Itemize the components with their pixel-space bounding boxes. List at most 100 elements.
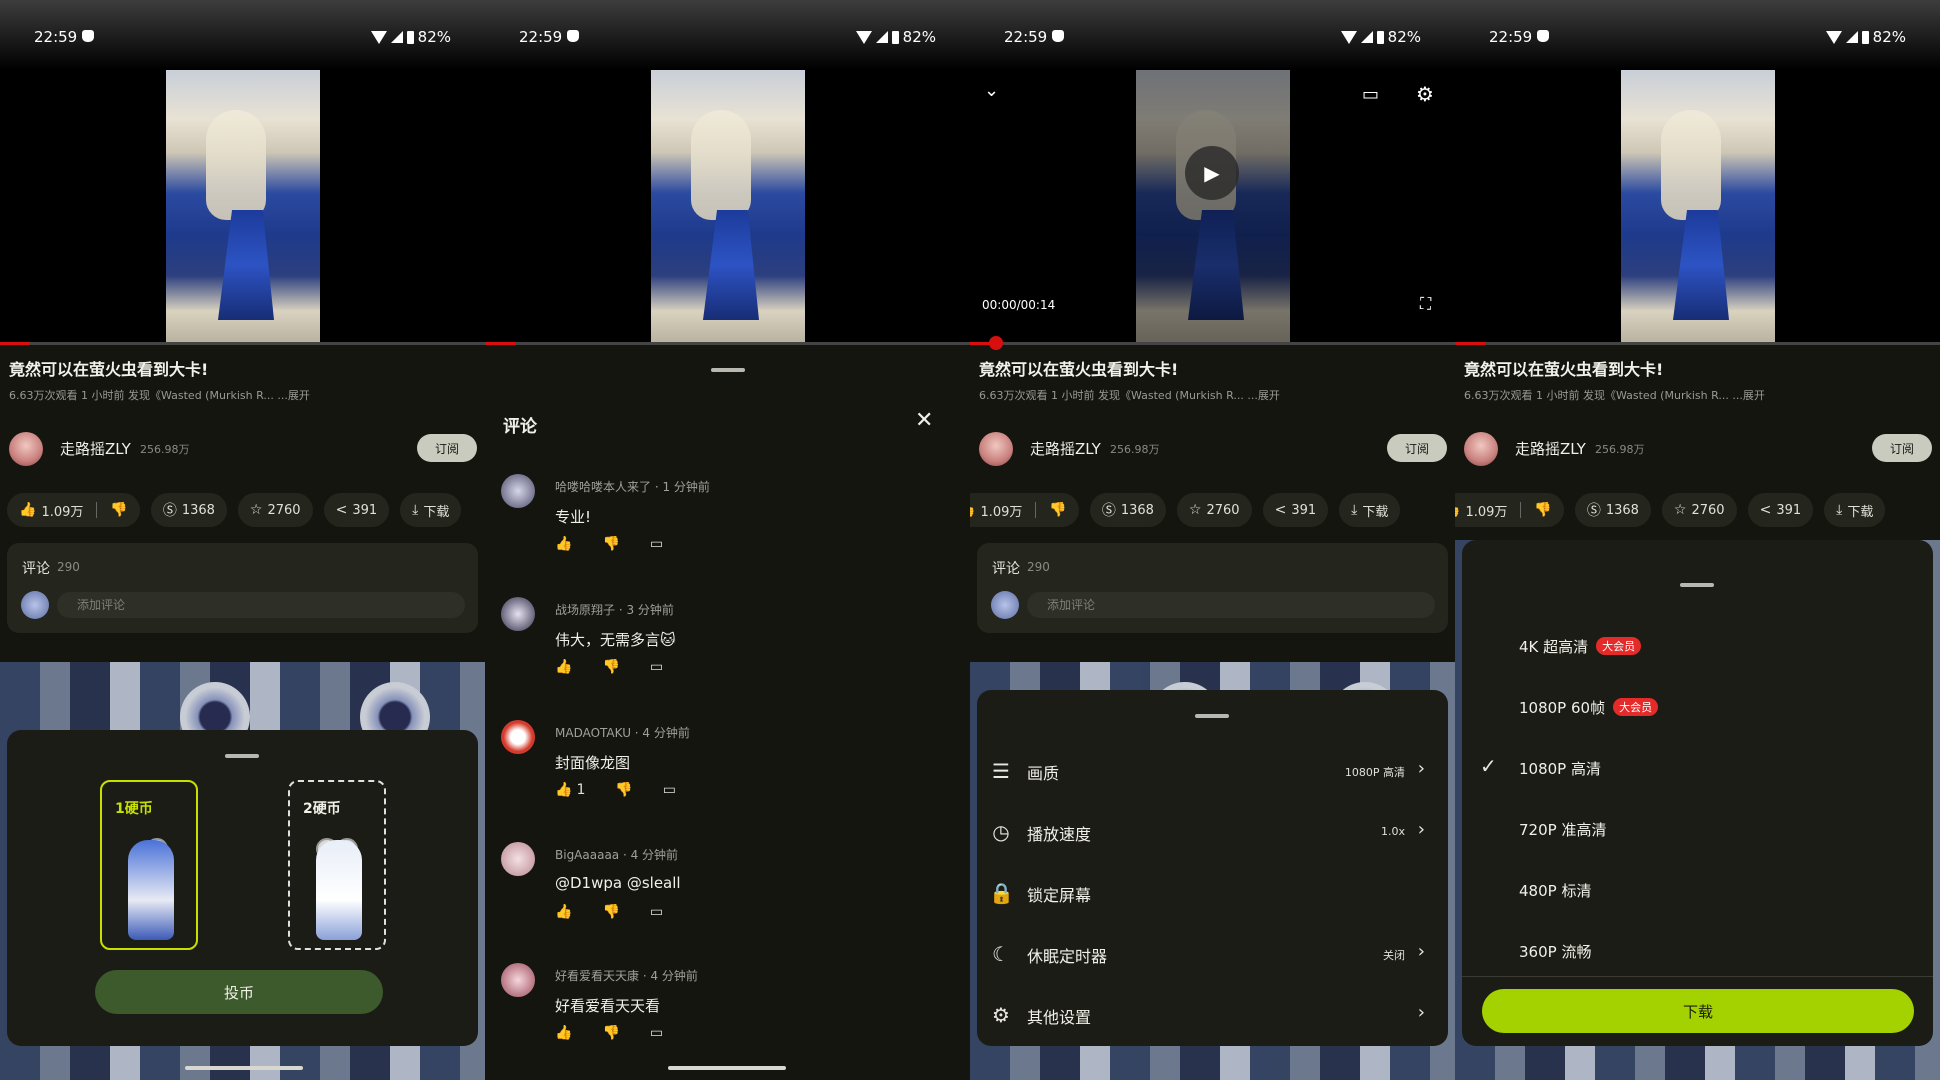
setting-speed[interactable]: ◷ 播放速度 1.0x › (977, 808, 1447, 857)
reply-icon[interactable]: ▭ (650, 659, 663, 675)
quality-option[interactable]: 720P 准高清 (1462, 805, 1932, 854)
coin-option-1[interactable]: 1硬币 (100, 780, 198, 950)
sheet-handle[interactable] (1680, 583, 1714, 587)
avatar[interactable] (979, 432, 1013, 466)
avatar[interactable] (501, 842, 535, 876)
thumb-up-icon[interactable]: 👍 (555, 1025, 572, 1041)
status-right: 82% (1340, 28, 1421, 46)
reply-icon[interactable]: ▭ (663, 782, 676, 798)
video-player[interactable] (1455, 70, 1940, 344)
sheet-handle[interactable] (225, 754, 259, 758)
download-confirm-button[interactable]: 下载 (1482, 989, 1914, 1033)
download-button[interactable]: ⤓ 下载 (400, 493, 462, 527)
progress-bar[interactable] (970, 336, 1455, 350)
reply-icon[interactable]: ▭ (650, 904, 663, 920)
like-dislike-pill[interactable]: 👍 1.09万 👎 (1455, 493, 1564, 527)
thumb-down-icon[interactable]: 👎 (1534, 502, 1551, 518)
home-indicator[interactable] (185, 1066, 303, 1070)
gear-icon[interactable]: ⚙ (1416, 82, 1434, 106)
uploader-name[interactable]: 走路摇ZLY (1515, 438, 1586, 459)
progress-bar[interactable] (485, 342, 970, 345)
chevron-down-icon[interactable]: ⌄ (984, 80, 999, 101)
setting-lock-screen[interactable]: 🔒 锁定屏幕 (977, 869, 1447, 918)
coin-button[interactable]: Ⓢ 1368 (1574, 493, 1651, 527)
add-comment-input[interactable]: 添加评论 (1027, 592, 1435, 618)
thumb-up-icon[interactable]: 👍 (1455, 502, 1460, 518)
comments-title: 评论 (503, 417, 537, 437)
thumb-up-icon[interactable]: 👍 (555, 659, 572, 675)
avatar[interactable] (501, 720, 535, 754)
reply-icon[interactable]: ▭ (650, 1025, 663, 1041)
coin-button[interactable]: Ⓢ 1368 (150, 493, 227, 527)
close-icon[interactable]: ✕ (915, 408, 933, 433)
status-time: 22:59 (34, 28, 78, 46)
thumb-up-icon[interactable]: 👍 1 (555, 782, 585, 798)
avatar[interactable] (501, 597, 535, 631)
subscribe-button[interactable]: 订阅 (1872, 434, 1932, 462)
setting-sleep-timer[interactable]: ☾ 休眠定时器 关闭 › (977, 930, 1447, 979)
thumb-down-icon[interactable]: 👎 (1049, 502, 1066, 518)
quality-option[interactable]: 1080P 60帧 大会员 (1462, 683, 1932, 732)
quality-option-selected[interactable]: ✓ 1080P 高清 (1462, 744, 1932, 793)
quality-label: 4K 超高清 大会员 (1519, 636, 1642, 657)
signal-icon (390, 31, 403, 43)
video-player[interactable] (0, 70, 485, 344)
avatar[interactable] (1464, 432, 1498, 466)
home-indicator[interactable] (668, 1066, 786, 1070)
uploader-name[interactable]: 走路摇ZLY (1030, 438, 1101, 459)
quality-option[interactable]: 4K 超高清 大会员 (1462, 622, 1932, 671)
favorite-button[interactable]: ☆ 2760 (1176, 493, 1252, 527)
avatar[interactable] (9, 432, 43, 466)
subscribe-button[interactable]: 订阅 (417, 434, 477, 462)
reply-icon[interactable]: ▭ (650, 536, 663, 552)
comment-card[interactable]: 评论 290 添加评论 (7, 543, 478, 633)
thumb-up-icon[interactable]: 👍 (970, 502, 975, 518)
thumb-up-icon[interactable]: 👍 (19, 502, 36, 518)
comment-label: 评论 (22, 561, 50, 577)
avatar[interactable] (501, 963, 535, 997)
setting-other[interactable]: ⚙ 其他设置 › (977, 991, 1447, 1040)
comment-card[interactable]: 评论 290 添加评论 (977, 543, 1448, 633)
thumb-down-icon[interactable]: 👎 (602, 1025, 619, 1041)
like-dislike-pill[interactable]: 👍 1.09万 👎 (7, 493, 140, 527)
video-player[interactable] (485, 70, 970, 344)
progress-bar[interactable] (0, 342, 485, 345)
setting-quality[interactable]: ☰ 画质 1080P 高清 › (977, 747, 1447, 796)
add-comment-input[interactable]: 添加评论 (57, 592, 465, 618)
like-dislike-pill[interactable]: 👍 1.09万 👎 (970, 493, 1079, 527)
video-meta[interactable]: 6.63万次观看 1 小时前 发现《Wasted (Murkish R... .… (979, 387, 1280, 403)
settings-sheet: ☰ 画质 1080P 高清 › ◷ 播放速度 1.0x › 🔒 锁定屏幕 ☾ 休… (977, 690, 1448, 1046)
thumb-down-icon[interactable]: 👎 (110, 502, 127, 518)
video-player[interactable]: ⌄ ▭ ⚙ ▶ 00:00/00:14 ⛶ (970, 70, 1455, 344)
avatar[interactable] (501, 474, 535, 508)
thumb-down-icon[interactable]: 👎 (615, 782, 632, 798)
quality-option[interactable]: 360P 流畅 (1462, 927, 1932, 976)
favorite-button[interactable]: ☆ 2760 (237, 493, 313, 527)
download-button[interactable]: ⤓ 下载 (1339, 493, 1401, 527)
uploader-name[interactable]: 走路摇ZLY (60, 438, 131, 459)
share-button[interactable]: <391 (1262, 493, 1329, 527)
quality-option[interactable]: 480P 标清 (1462, 866, 1932, 915)
subscribe-button[interactable]: 订阅 (1387, 434, 1447, 462)
progress-handle[interactable] (989, 336, 1003, 350)
thumb-up-icon[interactable]: 👍 (555, 536, 572, 552)
coin-option-2[interactable]: 2硬币 (288, 780, 386, 950)
cast-icon[interactable]: ▭ (1362, 84, 1379, 105)
progress-bar[interactable] (1455, 342, 1940, 345)
download-button[interactable]: ⤓ 下载 (1824, 493, 1886, 527)
share-button[interactable]: <391 (1747, 493, 1814, 527)
video-meta[interactable]: 6.63万次观看 1 小时前 发现《Wasted (Murkish R... .… (1464, 387, 1765, 403)
thumb-down-icon[interactable]: 👎 (602, 904, 619, 920)
thumb-up-icon[interactable]: 👍 (555, 904, 572, 920)
thumb-down-icon[interactable]: 👎 (602, 536, 619, 552)
share-button[interactable]: <391 (323, 493, 390, 527)
sheet-handle[interactable] (1195, 714, 1229, 718)
fullscreen-icon[interactable]: ⛶ (1420, 294, 1431, 314)
thumb-down-icon[interactable]: 👎 (602, 659, 619, 675)
video-meta[interactable]: 6.63万次观看 1 小时前 发现《Wasted (Murkish R... .… (9, 387, 310, 403)
coin-confirm-button[interactable]: 投币 (95, 970, 383, 1014)
sheet-handle[interactable] (711, 368, 745, 372)
favorite-button[interactable]: ☆ 2760 (1661, 493, 1737, 527)
play-icon[interactable]: ▶ (1185, 146, 1239, 200)
coin-button[interactable]: Ⓢ 1368 (1089, 493, 1166, 527)
